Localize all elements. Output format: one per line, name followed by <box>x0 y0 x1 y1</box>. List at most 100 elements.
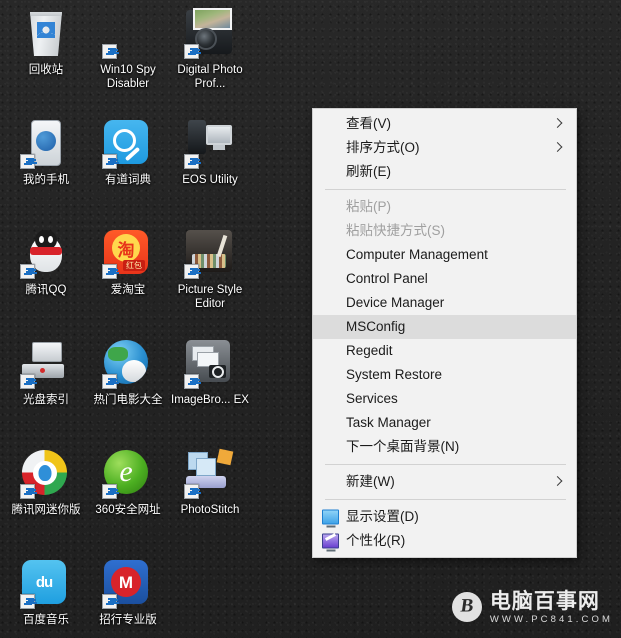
desktop-icon-label: PhotoStitch <box>180 504 240 516</box>
cmb-icon <box>102 560 152 609</box>
shortcut-arrow-icon <box>102 374 117 389</box>
chevron-right-icon <box>553 478 562 487</box>
site-watermark: 电脑百事网 WWW.PC841.COM <box>451 590 613 625</box>
desktop-icon[interactable]: 腾讯网迷你版 <box>6 444 86 554</box>
menu-item: 粘贴快捷方式(S) <box>313 219 576 243</box>
desktop-icon[interactable]: 腾讯QQ <box>6 224 86 334</box>
taobao-icon: 淘红包 <box>102 230 152 279</box>
shortcut-arrow-icon <box>184 264 199 279</box>
icon-part <box>188 120 206 154</box>
menu-item[interactable]: Control Panel <box>313 267 576 291</box>
desktop-icon[interactable]: 热门电影大全 <box>88 334 168 444</box>
menu-item-label: 刷新(E) <box>346 164 391 179</box>
desktop-icon-label: EOS Utility <box>182 174 238 186</box>
shortcut-arrow-icon <box>102 154 117 169</box>
desktop-icon-label: 有道词典 <box>105 174 151 186</box>
menu-item[interactable]: 个性化(R) <box>313 529 576 553</box>
menu-item-label: 显示设置(D) <box>346 509 419 524</box>
shortcut-arrow-icon <box>20 484 35 499</box>
menu-item[interactable]: MSConfig <box>313 315 576 339</box>
menu-item-label: 下一个桌面背景(N) <box>346 439 460 454</box>
menu-item[interactable]: 新建(W) <box>313 470 576 494</box>
desktop-icon[interactable]: 淘红包 爱淘宝 <box>88 224 168 334</box>
icon-part <box>206 125 232 145</box>
menu-item-label: 查看(V) <box>346 116 391 131</box>
shortcut-arrow-icon <box>20 154 35 169</box>
personalize-icon <box>322 533 339 549</box>
icon-part <box>209 365 226 378</box>
menu-item[interactable]: Regedit <box>313 339 576 363</box>
menu-separator <box>325 464 566 465</box>
icon-part <box>40 368 45 373</box>
desktop-icon-label: 热门电影大全 <box>93 394 163 406</box>
desktop-icon[interactable]: ImageBro... EX <box>170 334 250 444</box>
eos-icon <box>184 120 234 169</box>
bin-icon <box>22 10 70 58</box>
menu-item-label: 新建(W) <box>346 474 395 489</box>
watermark-text: 电脑百事网 WWW.PC841.COM <box>489 590 613 625</box>
menu-item[interactable]: 刷新(E) <box>313 160 576 184</box>
desktop-icon[interactable]: 百度音乐 <box>6 554 86 638</box>
shortcut-arrow-icon <box>20 594 35 609</box>
menu-item-label: 个性化(R) <box>346 533 406 548</box>
desktop-icon-grid: 回收站 Win10 Spy Disabler Digital Photo Prof.… <box>6 4 250 638</box>
desktop-icon-label: 我的手机 <box>23 174 69 186</box>
menu-item-label: MSConfig <box>346 319 406 334</box>
desktop-icon[interactable]: Digital Photo Prof... <box>170 4 250 114</box>
menu-item: 粘贴(P) <box>313 195 576 219</box>
menu-item-label: Task Manager <box>346 415 431 430</box>
shortcut-arrow-icon <box>184 374 199 389</box>
menu-item[interactable]: Task Manager <box>313 411 576 435</box>
shortcut-arrow-icon <box>102 44 117 59</box>
desktop-icon-label: 爱淘宝 <box>110 284 146 296</box>
youdao-icon <box>102 120 152 169</box>
desktop-icon[interactable]: 360安全网址 <box>88 444 168 554</box>
menu-item[interactable]: Computer Management <box>313 243 576 267</box>
icon-part <box>216 448 234 466</box>
icon-part <box>30 247 62 255</box>
menu-item-label: Control Panel <box>346 271 428 286</box>
globe-icon <box>102 340 152 389</box>
menu-item-label: 排序方式(O) <box>346 140 420 155</box>
desktop-context-menu[interactable]: 查看(V) 排序方式(O) 刷新(E) 粘贴(P) 粘贴快捷方式(S) Computer … <box>312 108 577 558</box>
dslr-icon <box>184 8 234 59</box>
desktop-icon[interactable]: 回收站 <box>6 4 86 114</box>
menu-item[interactable]: Services <box>313 387 576 411</box>
desktop-icon[interactable]: Win10 Spy Disabler <box>88 4 168 114</box>
desktop-icon-label: 光盘索引 <box>23 394 69 406</box>
shortcut-arrow-icon <box>20 374 35 389</box>
desktop-icon[interactable]: 光盘索引 <box>6 334 86 444</box>
desktop-icon[interactable]: 招行专业版 <box>88 554 168 638</box>
desktop-icon[interactable]: 有道词典 <box>88 114 168 224</box>
menu-item-label: Regedit <box>346 343 393 358</box>
icon-part <box>193 8 232 30</box>
shortcut-arrow-icon <box>102 264 117 279</box>
menu-item[interactable]: 显示设置(D) <box>313 505 576 529</box>
icon-part <box>196 458 216 476</box>
icon-artwork <box>31 120 61 166</box>
menu-item-label: 粘贴快捷方式(S) <box>346 223 445 238</box>
desktop-background[interactable]: 回收站 Win10 Spy Disabler Digital Photo Prof.… <box>0 0 621 638</box>
shortcut-arrow-icon <box>20 264 35 279</box>
menu-item[interactable]: System Restore <box>313 363 576 387</box>
menu-item[interactable]: 下一个桌面背景(N) <box>313 435 576 459</box>
desktop-icon[interactable]: PhotoStitch <box>170 444 250 554</box>
icon-part: 淘 <box>112 234 140 263</box>
desktop-icon[interactable]: EOS Utility <box>170 114 250 224</box>
cd-icon <box>20 340 70 389</box>
tencentnet-icon <box>20 450 70 499</box>
icon-artwork <box>30 12 62 56</box>
shortcut-arrow-icon <box>184 44 199 59</box>
menu-item[interactable]: 排序方式(O) <box>313 136 576 160</box>
ibx-icon <box>184 340 234 389</box>
watermark-site-url: WWW.PC841.COM <box>489 613 613 625</box>
menu-item[interactable]: Device Manager <box>313 291 576 315</box>
menu-item-label: Services <box>346 391 398 406</box>
desktop-icon-label: 腾讯网迷你版 <box>11 504 81 516</box>
menu-item[interactable]: 查看(V) <box>313 112 576 136</box>
icon-part <box>38 464 51 481</box>
desktop-icon[interactable]: 我的手机 <box>6 114 86 224</box>
desktop-icon[interactable]: Picture Style Editor <box>170 224 250 334</box>
menu-item-label: Device Manager <box>346 295 445 310</box>
desktop-icon-label: Picture Style Editor <box>177 284 243 310</box>
